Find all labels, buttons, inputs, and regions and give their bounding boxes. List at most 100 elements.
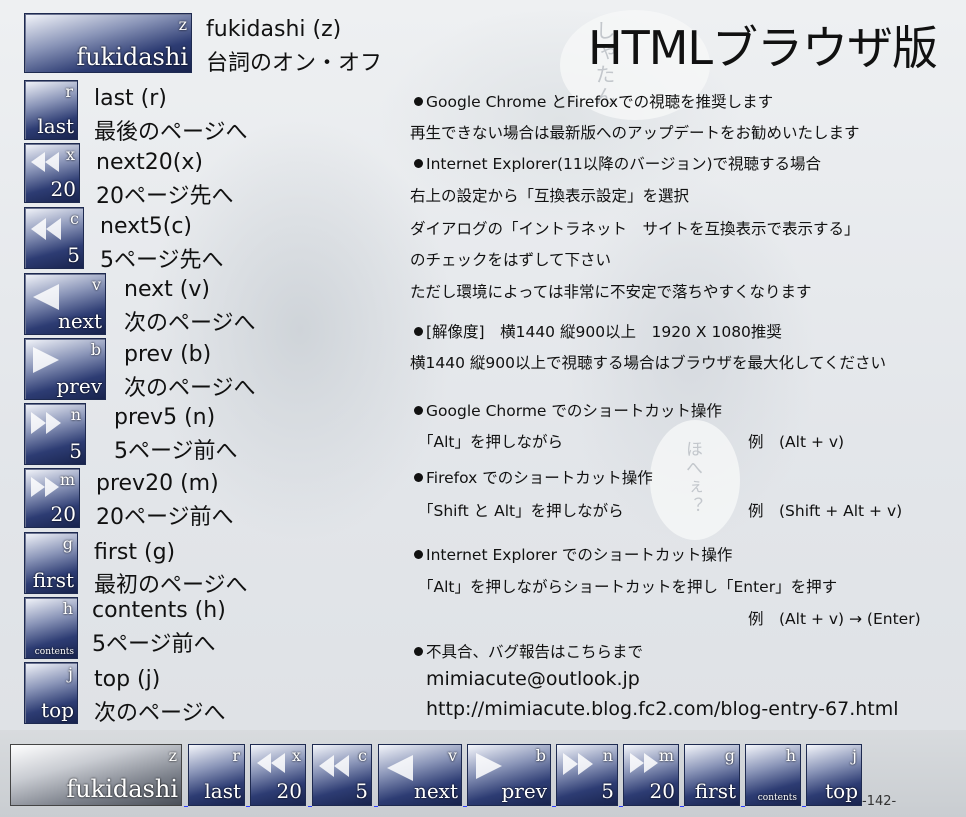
prev20-button[interactable]: m 20 — [24, 468, 80, 528]
shortcut-title: prev (b) — [124, 342, 212, 367]
link-underline — [680, 806, 684, 807]
nav-prev20-button[interactable]: m 20 — [623, 744, 679, 806]
bubble-text-2: ほへぇ？ — [682, 440, 702, 516]
next20-button[interactable]: x 20 — [24, 143, 80, 203]
shortcut-desc: 20ページ前へ — [96, 505, 234, 530]
link-underline — [463, 806, 467, 807]
link-underline — [802, 806, 806, 807]
shortcut-title: prev20 (m) — [96, 471, 219, 496]
key-letter: c — [70, 209, 79, 228]
info-text: Firefox でのショートカット操作 — [426, 469, 653, 487]
link-underline — [308, 806, 312, 807]
key-word: top — [41, 698, 74, 722]
bullet-icon — [414, 406, 423, 415]
key-letter: h — [62, 599, 73, 618]
key-word: 5 — [69, 439, 82, 463]
shortcut-title: fukidashi (z) — [206, 17, 342, 42]
key-word: first — [694, 779, 736, 803]
info-chrome-example: 例 (Alt + v) — [748, 433, 845, 451]
key-letter: v — [447, 746, 457, 765]
bullet-icon — [414, 97, 423, 106]
key-letter: x — [65, 145, 75, 164]
nav-prev-button[interactable]: b prev — [467, 744, 551, 806]
nav-fukidashi-button[interactable]: z fukidashi — [10, 744, 182, 806]
shortcut-title: first (g) — [94, 540, 176, 565]
nav-next-button[interactable]: v next — [378, 744, 462, 806]
key-word: fukidashi — [66, 775, 178, 803]
key-word: top — [825, 779, 858, 803]
key-letter: n — [602, 746, 613, 765]
prev5-button[interactable]: n 5 — [24, 403, 86, 465]
key-letter: j — [68, 664, 73, 683]
key-letter: x — [291, 746, 301, 765]
shortcut-desc: 次のページへ — [124, 376, 256, 401]
link-underline — [374, 806, 378, 807]
nav-prev5-button[interactable]: n 5 — [556, 744, 618, 806]
next5-button[interactable]: c 5 — [24, 207, 84, 269]
left-arrow-icon — [33, 284, 59, 310]
link-underline — [246, 806, 250, 807]
info-ie-setting: 右上の設定から「互換表示設定」を選択 — [410, 187, 690, 205]
info-ie-hold: 「Alt」を押しながらショートカットを押し「Enter」を押す — [418, 578, 838, 596]
key-letter: c — [358, 746, 367, 765]
info-text: Google Chrome とFirefoxでの視聴を推奨します — [426, 93, 774, 111]
double-left-arrow-icon — [319, 755, 349, 777]
shortcut-title: prev5 (n) — [114, 405, 216, 430]
key-letter: z — [178, 15, 187, 34]
shortcut-title: next (v) — [124, 277, 210, 302]
shortcut-desc: 次のページへ — [124, 311, 256, 336]
info-ie-warning: ただし環境によっては非常に不安定で落ちやすくなります — [410, 283, 812, 301]
first-button[interactable]: g first — [24, 532, 78, 594]
key-letter: j — [852, 746, 857, 765]
nav-last-button[interactable]: r last — [188, 744, 245, 806]
key-letter: n — [70, 405, 81, 424]
info-resolution: [解像度] 横1440 縦900以上 1920 X 1080推奨 — [414, 320, 782, 342]
next-button[interactable]: v next — [24, 273, 106, 335]
info-ie: Internet Explorer(11以降のバージョン)で視聴する場合 — [414, 152, 821, 174]
contact-email[interactable]: mimiacute@outlook.jp — [426, 668, 640, 690]
key-word: fukidashi — [76, 43, 188, 71]
info-text: Internet Explorer(11以降のバージョン)で視聴する場合 — [426, 155, 822, 173]
key-letter: v — [91, 275, 101, 294]
right-arrow-icon — [476, 753, 502, 779]
shortcut-desc: 最後のページへ — [94, 120, 248, 145]
shortcut-title: top (j) — [94, 667, 161, 692]
info-text: Internet Explorer でのショートカット操作 — [426, 546, 733, 564]
key-word: 5 — [601, 779, 614, 803]
key-letter: g — [62, 534, 73, 553]
key-word: 20 — [276, 779, 302, 803]
info-chrome-hold: 「Alt」を押しながら — [418, 433, 563, 451]
key-letter: m — [59, 470, 75, 489]
fukidashi-button[interactable]: z fukidashi — [24, 13, 192, 73]
bullet-icon — [414, 647, 423, 656]
double-right-arrow-icon — [31, 412, 61, 434]
contact-url[interactable]: http://mimiacute.blog.fc2.com/blog-entry… — [426, 698, 899, 720]
key-word: contents — [757, 793, 797, 803]
bullet-icon — [414, 550, 423, 559]
nav-next5-button[interactable]: c 5 — [312, 744, 372, 806]
key-word: 5 — [67, 243, 80, 267]
nav-next20-button[interactable]: x 20 — [250, 744, 306, 806]
info-ie-check: のチェックをはずして下さい — [410, 251, 612, 269]
nav-contents-button[interactable]: h contents — [745, 744, 801, 806]
info-text: 不具合、バグ報告はこちらまで — [426, 643, 644, 661]
top-button[interactable]: j top — [24, 662, 78, 724]
last-button[interactable]: r last — [24, 80, 78, 140]
key-letter: r — [65, 82, 73, 101]
shortcut-title: contents (h) — [92, 598, 226, 623]
nav-top-button[interactable]: j top — [806, 744, 862, 806]
info-firefox-example: 例 (Shift + Alt + v) — [748, 502, 903, 520]
key-word: next — [413, 779, 458, 803]
contents-button[interactable]: h contents — [24, 597, 78, 659]
key-letter: b — [90, 340, 101, 359]
double-left-arrow-icon — [31, 152, 59, 172]
nav-first-button[interactable]: g first — [684, 744, 740, 806]
shortcut-desc: 5ページ前へ — [114, 439, 238, 464]
shortcut-desc: 5ページ前へ — [92, 632, 216, 657]
shortcut-desc: 最初のページへ — [94, 573, 248, 598]
key-letter: z — [168, 746, 177, 765]
key-word: prev — [501, 779, 548, 803]
info-bug-report: 不具合、バグ報告はこちらまで — [414, 640, 643, 662]
prev-button[interactable]: b prev — [24, 338, 106, 400]
info-update: 再生できない場合は最新版へのアップデートをお勧めいたします — [410, 124, 860, 142]
